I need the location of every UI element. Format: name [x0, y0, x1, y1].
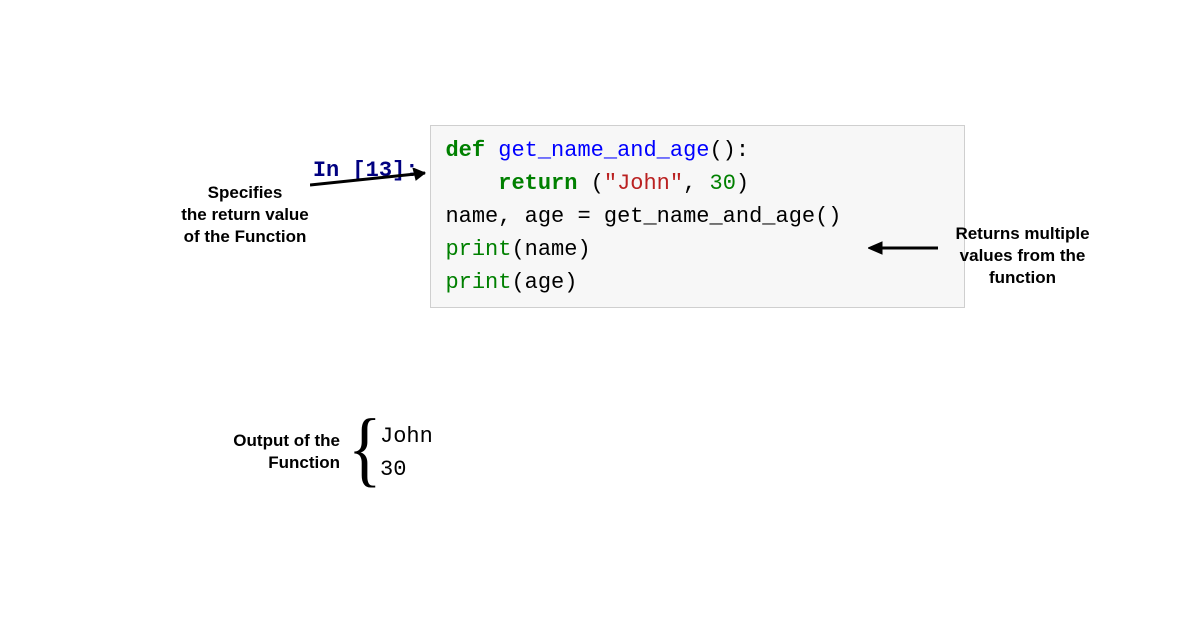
arrow-right-icon: [868, 240, 938, 256]
annotation-output: Output of the Function: [200, 430, 340, 474]
output-line-1: John: [380, 420, 433, 453]
code-line-4: name, age = get_name_and_age(): [445, 200, 950, 233]
code-line-2: return ("John", 30): [445, 167, 950, 200]
output-line-2: 30: [380, 453, 433, 486]
code-line-6: print(age): [445, 266, 950, 299]
brace-icon: {: [348, 402, 382, 498]
annotation-return-value: Specifies the return value of the Functi…: [170, 182, 320, 248]
jupyter-cell: In [13]: def get_name_and_age(): return …: [260, 125, 965, 308]
code-editor: def get_name_and_age(): return ("John", …: [430, 125, 965, 308]
annotation-multiple-values: Returns multiple values from the functio…: [940, 223, 1105, 289]
code-line-1: def get_name_and_age():: [445, 134, 950, 167]
cell-output: John 30: [380, 420, 433, 486]
arrow-left-icon: [310, 168, 440, 188]
